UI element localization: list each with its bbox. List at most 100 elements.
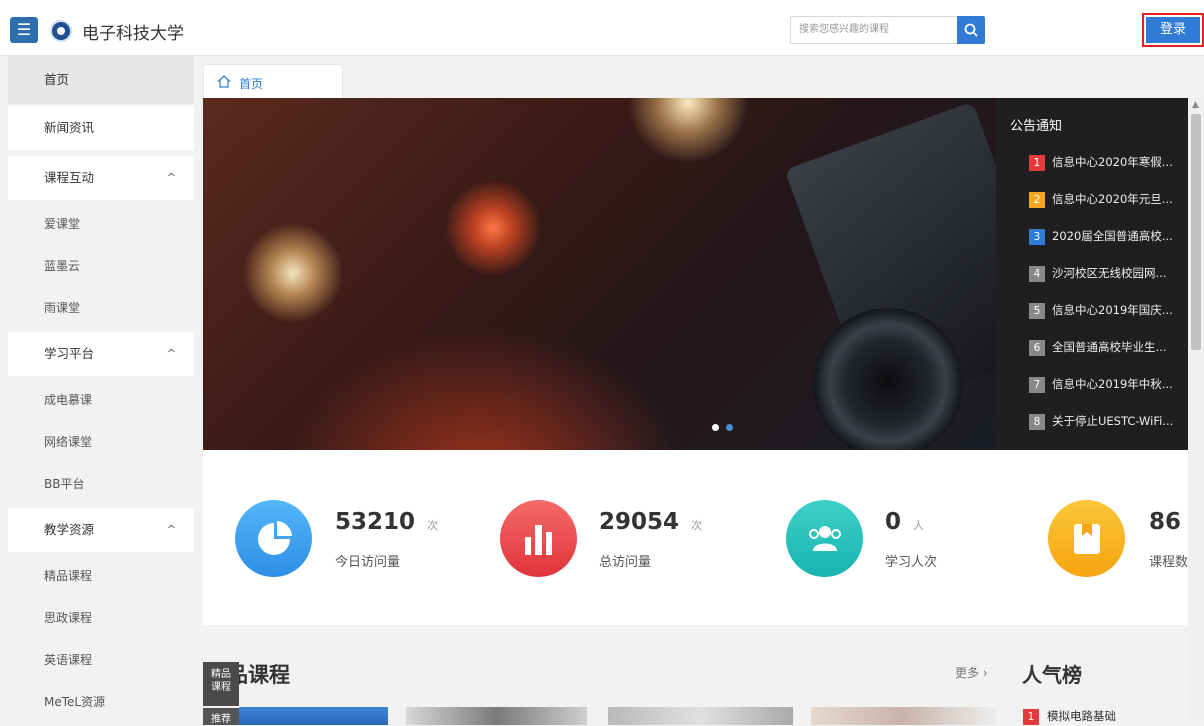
notice-number: 7 <box>1029 377 1045 393</box>
notice-item[interactable]: 2 信息中心2020年元旦... <box>1029 191 1185 209</box>
sidebar-item-label: 爱课堂 <box>44 217 81 231</box>
sidebar-item-ikt[interactable]: 爱课堂 <box>8 203 194 245</box>
notice-number: 1 <box>1029 155 1045 171</box>
sidebar-item-learning-platform[interactable]: 学习平台 ^ <box>8 332 194 376</box>
camera-lens-image <box>813 308 963 450</box>
book-icon <box>1048 500 1125 577</box>
notice-number: 6 <box>1029 340 1045 356</box>
sidebar-item-news[interactable]: 新闻资讯 <box>8 106 194 150</box>
users-icon <box>786 500 863 577</box>
sidebar-item-label: 课程互动 <box>44 170 95 185</box>
float-tab-recommend[interactable]: 推荐 <box>203 708 239 725</box>
notice-panel: 公告通知 1 信息中心2020年寒假... 2 信息中心2020年元旦... 3 20… <box>996 98 1188 450</box>
more-link[interactable]: 更多 › <box>955 664 988 681</box>
rank-number: 1 <box>1023 709 1039 725</box>
sidebar-item-yuketang[interactable]: 雨课堂 <box>8 287 194 329</box>
tab-label: 首页 <box>239 77 264 91</box>
notice-text: 2020届全国普通高校... <box>1052 229 1173 243</box>
notice-text: 全国普通高校毕业生... <box>1052 340 1167 354</box>
sidebar-item-quality-courses[interactable]: 精品课程 <box>8 555 194 597</box>
notice-number: 8 <box>1029 414 1045 430</box>
bar-chart-icon <box>500 500 577 577</box>
course-thumbnail[interactable] <box>811 707 996 725</box>
sidebar-item-label: 学习平台 <box>44 346 95 361</box>
stat-label: 总访问量 <box>599 555 652 570</box>
stats-panel: 53210 次 今日访问量 29054 次 总访问量 0人 学习人次 86 课程数 <box>203 450 1188 625</box>
search-input[interactable]: 搜索您感兴趣的课程 <box>790 16 957 44</box>
sidebar-item-bb[interactable]: BB平台 <box>8 463 194 505</box>
notice-item[interactable]: 1 信息中心2020年寒假... <box>1029 154 1185 172</box>
notice-text: 信息中心2020年寒假... <box>1052 155 1173 169</box>
stat-label: 学习人次 <box>885 555 938 570</box>
stat-label: 课程数 <box>1149 555 1189 570</box>
ranking-item[interactable]: 1 模拟电路基础 <box>1023 708 1116 725</box>
sidebar-item-label: 蓝墨云 <box>44 259 81 273</box>
rank-text: 模拟电路基础 <box>1047 709 1116 723</box>
sidebar-item-teaching-resources[interactable]: 教学资源 ^ <box>8 508 194 552</box>
notice-number: 4 <box>1029 266 1045 282</box>
notice-text: 信息中心2019年中秋... <box>1052 377 1173 391</box>
home-icon <box>217 75 231 88</box>
course-thumbnail[interactable] <box>239 707 388 725</box>
notice-text: 信息中心2019年国庆... <box>1052 303 1173 317</box>
notice-item[interactable]: 5 信息中心2019年国庆... <box>1029 302 1185 320</box>
page-scrollbar[interactable]: ▲ <box>1188 98 1204 725</box>
sidebar-item-online-class[interactable]: 网络课堂 <box>8 421 194 463</box>
carousel-dot-2[interactable] <box>726 424 733 431</box>
notice-item[interactable]: 7 信息中心2019年中秋... <box>1029 376 1185 394</box>
course-thumbnail[interactable] <box>608 707 793 725</box>
university-logo <box>50 20 72 42</box>
float-tab-quality[interactable]: 精品 课程 <box>203 662 239 706</box>
sidebar-item-label: MeTeL资源 <box>44 695 106 709</box>
tab-home[interactable]: 首页 <box>203 64 343 98</box>
stat-value: 53210 次 <box>335 509 439 535</box>
pie-chart-icon <box>235 500 312 577</box>
sidebar-item-label: 英语课程 <box>44 653 93 667</box>
login-button[interactable]: 登录 <box>1142 13 1204 47</box>
sidebar-item-english-courses[interactable]: 英语课程 <box>8 639 194 681</box>
course-thumbnail[interactable] <box>406 707 587 725</box>
sidebar-item-label: 首页 <box>44 72 70 87</box>
login-label: 登录 <box>1146 17 1200 43</box>
notice-item[interactable]: 4 沙河校区无线校园网... <box>1029 265 1185 283</box>
sidebar-item-metel[interactable]: MeTeL资源 <box>8 681 194 723</box>
notice-title: 公告通知 <box>1010 119 1063 134</box>
sidebar-item-label: BB平台 <box>44 477 85 491</box>
notice-text: 关于停止UESTC-WiFi... <box>1052 414 1174 428</box>
sidebar-item-label: 网络课堂 <box>44 435 93 449</box>
sidebar-item-label: 成电慕课 <box>44 393 93 407</box>
banner-carousel[interactable] <box>203 98 996 450</box>
chevron-up-icon: ^ <box>166 523 176 536</box>
notice-number: 5 <box>1029 303 1045 319</box>
notice-item[interactable]: 6 全国普通高校毕业生... <box>1029 339 1185 357</box>
sidebar-item-label: 教学资源 <box>44 522 95 537</box>
notice-number: 3 <box>1029 229 1045 245</box>
stat-value: 29054 次 <box>599 509 703 535</box>
sidebar-item-mooc[interactable]: 成电慕课 <box>8 379 194 421</box>
ranking-title: 人气榜 <box>1022 663 1082 687</box>
chevron-up-icon: ^ <box>166 171 176 184</box>
stat-value: 86 <box>1149 509 1182 535</box>
sidebar-item-lanmoyun[interactable]: 蓝墨云 <box>8 245 194 287</box>
scroll-thumb[interactable] <box>1191 114 1201 350</box>
top-bar: ☰ 电子科技大学 搜索您感兴趣的课程 登录 <box>0 0 1204 56</box>
sidebar-item-label: 新闻资讯 <box>44 120 95 135</box>
carousel-dot-1[interactable] <box>712 424 719 431</box>
notice-text: 沙河校区无线校园网... <box>1052 266 1167 280</box>
chevron-up-icon: ^ <box>166 347 176 360</box>
brand-title: 电子科技大学 <box>82 24 184 44</box>
sidebar-item-course-interaction[interactable]: 课程互动 ^ <box>8 156 194 200</box>
menu-icon[interactable]: ☰ <box>10 17 38 43</box>
stat-label: 今日访问量 <box>335 555 401 570</box>
notice-number: 2 <box>1029 192 1045 208</box>
sidebar-item-home[interactable]: 首页 <box>8 56 194 104</box>
notice-text: 信息中心2020年元旦... <box>1052 192 1173 206</box>
search-button[interactable] <box>957 16 985 44</box>
notice-item[interactable]: 3 2020届全国普通高校... <box>1029 228 1185 246</box>
sidebar-item-label: 思政课程 <box>44 611 93 625</box>
search-icon <box>964 23 978 37</box>
notice-item[interactable]: 8 关于停止UESTC-WiFi... <box>1029 413 1185 431</box>
sidebar-item-label: 精品课程 <box>44 569 93 583</box>
scroll-up-icon[interactable]: ▲ <box>1192 100 1199 110</box>
sidebar-item-ideological-courses[interactable]: 思政课程 <box>8 597 194 639</box>
